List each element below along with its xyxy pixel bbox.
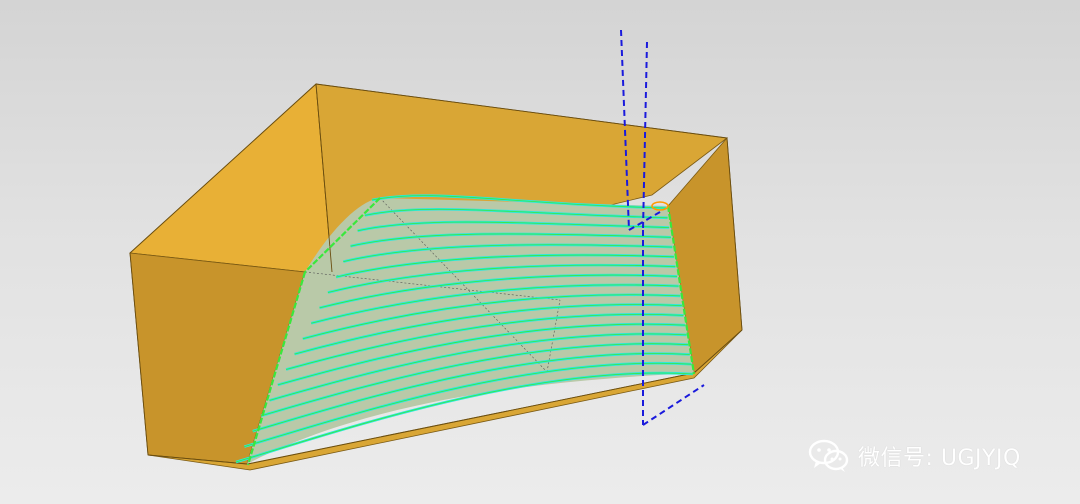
wechat-icon — [808, 438, 850, 474]
watermark: 微信号: UGJYJQ — [808, 436, 1021, 476]
watermark-text: 微信号: UGJYJQ — [858, 446, 1021, 471]
graphics-viewport[interactable]: 微信号: UGJYJQ — [0, 0, 1080, 504]
block-top-face-left — [129, 83, 333, 273]
tool-axis-line — [642, 384, 705, 426]
cam-scene[interactable] — [0, 0, 1080, 504]
